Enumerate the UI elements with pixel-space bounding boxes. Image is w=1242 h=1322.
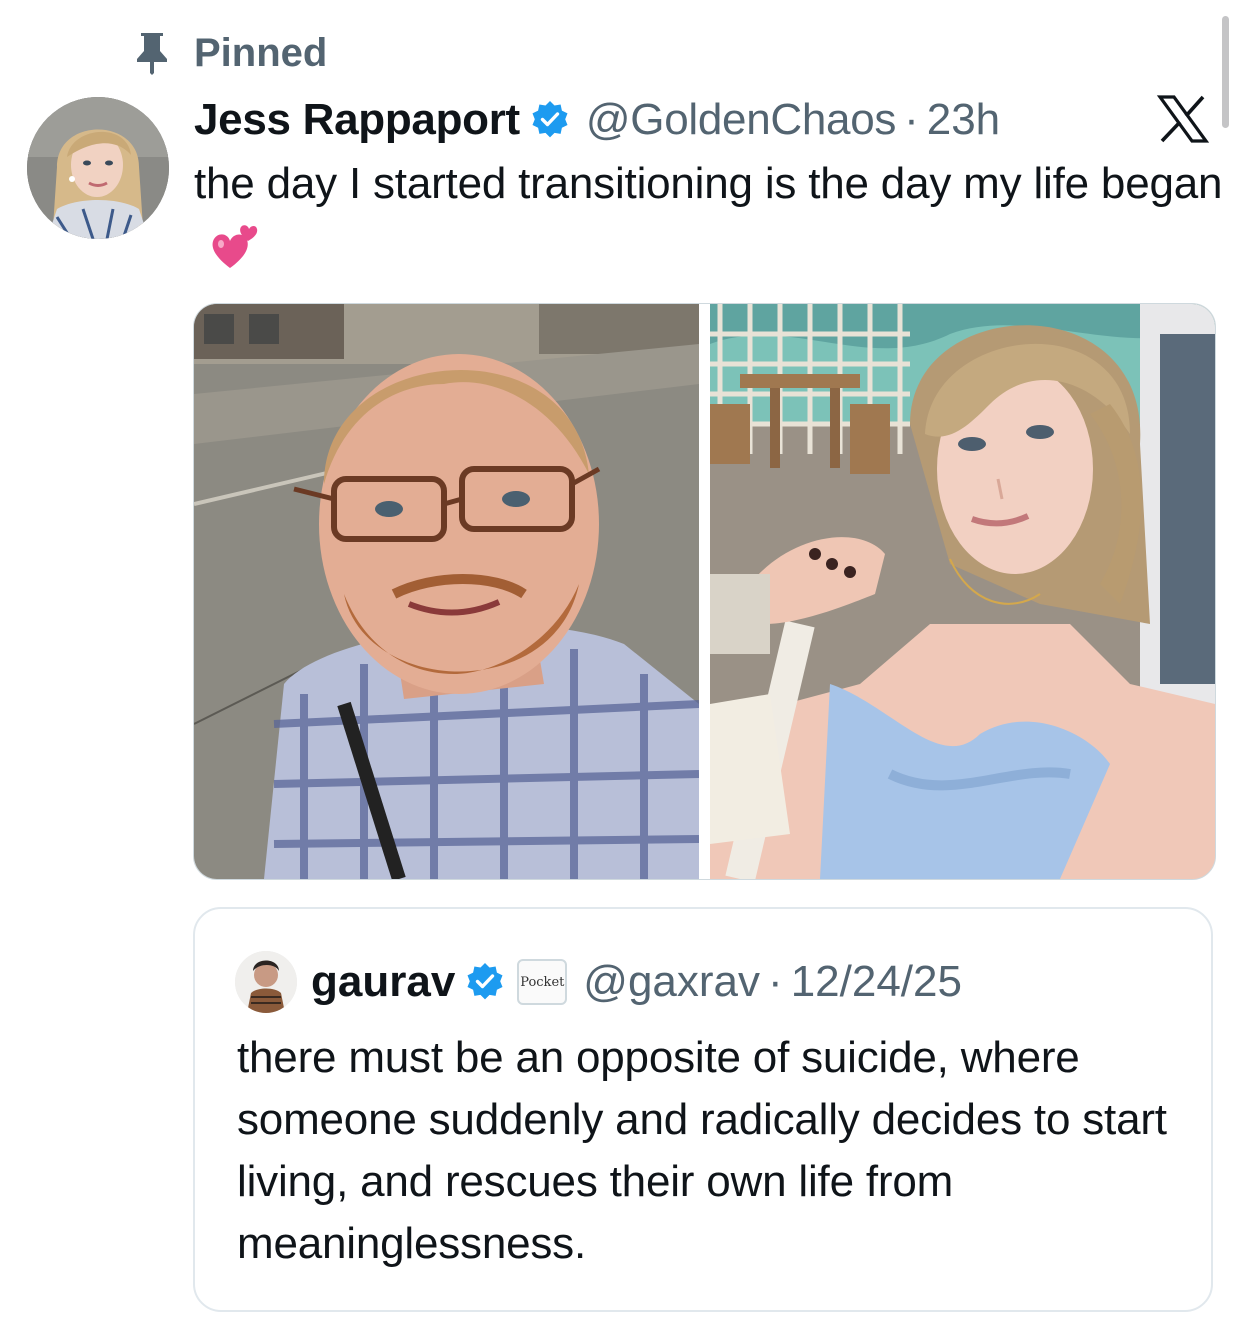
quote-header: gaurav Pocket @gaxrav · 12/24/25 bbox=[235, 951, 962, 1013]
quote-avatar[interactable] bbox=[235, 951, 297, 1013]
media-grid bbox=[193, 303, 1216, 880]
author-name[interactable]: Jess Rappaport bbox=[194, 95, 520, 145]
quote-date[interactable]: 12/24/25 bbox=[791, 957, 962, 1007]
tweet-text: the day I started transitioning is the d… bbox=[194, 153, 1224, 277]
quote-author-handle[interactable]: @gaxrav bbox=[583, 957, 760, 1007]
separator-dot: · bbox=[904, 95, 919, 144]
two-hearts-emoji-icon bbox=[208, 222, 262, 272]
tweet-time[interactable]: 23h bbox=[927, 95, 1000, 145]
verified-badge-icon bbox=[530, 99, 572, 141]
tweet-header: Jess Rappaport @GoldenChaos · 23h bbox=[194, 92, 1000, 148]
before-photo[interactable] bbox=[194, 304, 699, 879]
affiliate-badge[interactable]: Pocket bbox=[517, 959, 568, 1005]
quote-tweet[interactable]: gaurav Pocket @gaxrav · 12/24/25 there m… bbox=[193, 907, 1213, 1312]
verified-badge-icon bbox=[465, 961, 507, 1003]
pinned-label: Pinned bbox=[194, 30, 328, 75]
pin-icon bbox=[134, 30, 170, 76]
avatar[interactable] bbox=[27, 97, 169, 239]
pinned-indicator: Pinned bbox=[134, 30, 327, 76]
author-handle[interactable]: @GoldenChaos bbox=[586, 95, 896, 145]
after-photo[interactable] bbox=[710, 304, 1215, 879]
quote-author-name[interactable]: gaurav bbox=[311, 957, 455, 1007]
tweet-body: the day I started transitioning is the d… bbox=[194, 159, 1223, 208]
separator-dot: · bbox=[768, 957, 783, 1006]
quote-text: there must be an opposite of suicide, wh… bbox=[237, 1033, 1167, 1268]
scrollbar[interactable] bbox=[1222, 16, 1229, 128]
x-logo-icon bbox=[1156, 94, 1210, 144]
